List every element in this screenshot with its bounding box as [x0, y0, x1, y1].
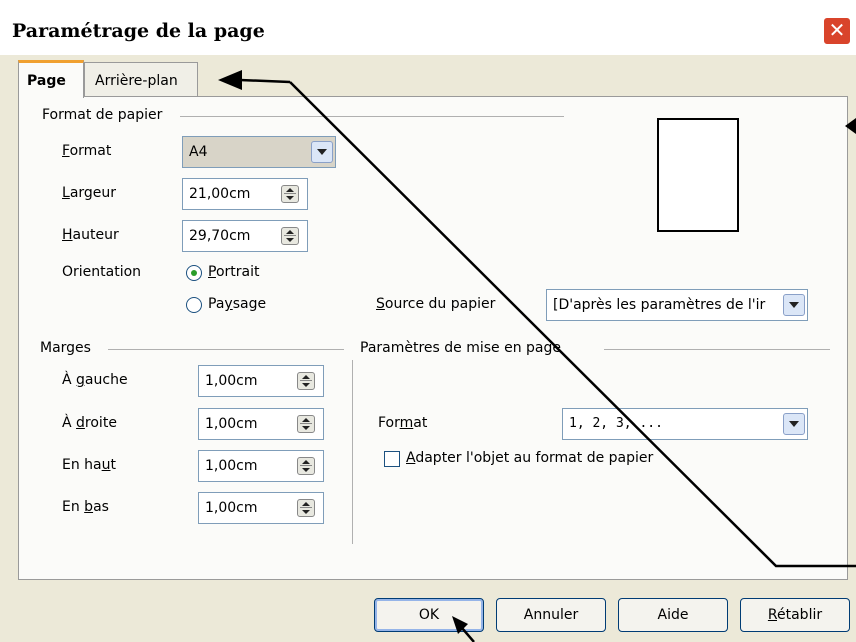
- arrowhead-icon: [845, 118, 856, 134]
- arrow-line: [239, 78, 291, 84]
- tab-label: Page: [27, 73, 66, 89]
- annotation-arrows: [218, 70, 856, 642]
- arrowhead-icon: [218, 70, 242, 90]
- arrow-line: [461, 627, 475, 642]
- arrow-line: [289, 81, 856, 568]
- tab-page[interactable]: Page: [18, 60, 84, 98]
